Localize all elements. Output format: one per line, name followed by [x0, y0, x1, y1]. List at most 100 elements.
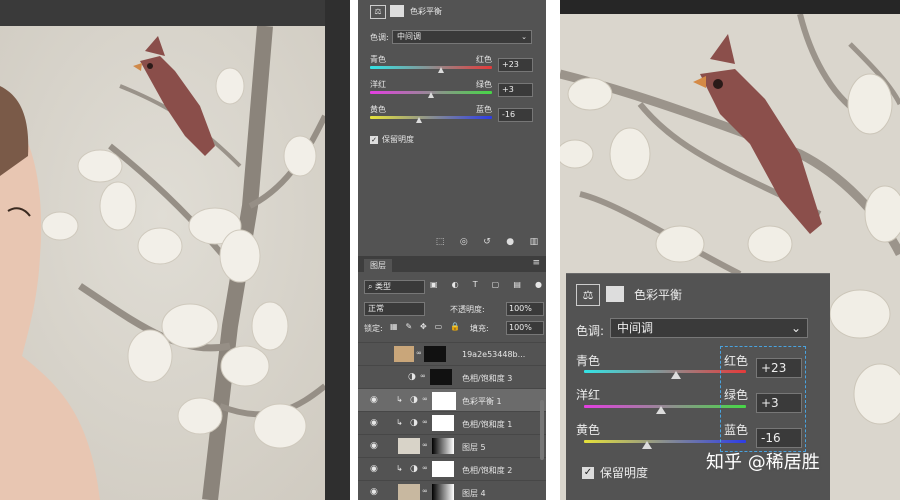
slider-track	[370, 66, 492, 69]
canvas-scrollbar[interactable]	[325, 0, 350, 500]
layers-scrollbar[interactable]	[540, 400, 544, 460]
adjustment-icon: ◑	[410, 418, 418, 428]
lock-move-icon[interactable]: ✥	[420, 322, 427, 331]
preserve-label: 保留明度	[600, 466, 649, 480]
checkbox-checked-icon[interactable]: ✓	[582, 466, 594, 479]
adjustment-icon: ◑	[410, 395, 418, 405]
layer-mask-thumbnail	[432, 438, 454, 454]
clip-icon: ↳	[396, 418, 403, 427]
filter-icons: ▣ ◐ T ▢ ▤ ●	[430, 280, 542, 292]
lock-transparent-icon[interactable]: ▦	[390, 322, 398, 331]
layer-name[interactable]: 图层 5	[462, 442, 486, 453]
slider-right-label: 蓝色	[476, 105, 492, 114]
layer-name[interactable]: 色彩平衡 1	[462, 396, 502, 407]
link-icon: ∞	[422, 418, 428, 426]
shape-filter-icon[interactable]: ▢	[492, 280, 500, 292]
opacity-field[interactable]: 100%	[506, 302, 544, 316]
layer-mask-thumbnail	[430, 369, 452, 385]
layer-name[interactable]: 19a2e53448b...	[462, 350, 525, 359]
highlight-dashed-box	[720, 346, 806, 452]
opacity-label: 不透明度:	[450, 305, 485, 314]
slider-left-label: 青色	[370, 55, 386, 64]
filter-select[interactable]: ⌕ 类型	[364, 280, 425, 294]
clip-to-layer-icon[interactable]: ⬚	[436, 237, 445, 247]
link-icon: ∞	[422, 395, 428, 403]
panel-menu-icon[interactable]: ≡	[532, 258, 540, 268]
layer-row[interactable]: ◉ ↳ ◑ ∞ 色相/饱和度 2	[358, 457, 546, 480]
layer-name[interactable]: 色相/饱和度 3	[462, 373, 512, 384]
layer-mask-thumbnail	[432, 415, 454, 431]
eye-icon[interactable]: ◉	[370, 464, 378, 474]
tone-label: 色调:	[370, 33, 389, 42]
mask-icon[interactable]	[390, 5, 404, 17]
eye-icon[interactable]: ◉	[370, 395, 378, 405]
photoshop-panels: ⚖ 色彩平衡 色调: 中间调 ⌄ 青色 红色 +23 洋红 绿色 +3 黄色 蓝…	[358, 0, 546, 500]
layer-row[interactable]: ◉ ∞ 图层 5	[358, 434, 546, 457]
slider-left-label: 洋红	[370, 80, 386, 89]
view-previous-icon[interactable]: ◎	[460, 237, 468, 247]
tone-value: 中间调	[617, 321, 654, 335]
layer-thumbnail	[398, 484, 420, 500]
smart-filter-icon[interactable]: ▤	[513, 280, 521, 292]
visibility-icon[interactable]: ●	[506, 237, 514, 247]
eye-icon[interactable]: ◉	[370, 487, 378, 497]
tone-value: 中间调	[397, 32, 421, 41]
layer-name[interactable]: 色相/饱和度 2	[462, 465, 512, 476]
type-filter-icon[interactable]: T	[473, 280, 478, 292]
lock-artboard-icon[interactable]: ▭	[435, 322, 443, 331]
scale-icon: ⚖	[370, 5, 386, 19]
slider-thumb[interactable]	[642, 441, 652, 449]
document-canvas-left	[0, 0, 350, 500]
value-field[interactable]: +23	[498, 58, 533, 72]
layer-row[interactable]: ◉ ↳ ◑ ∞ 色相/饱和度 1	[358, 411, 546, 434]
adjustment-icon: ◑	[408, 372, 416, 382]
link-icon: ∞	[420, 372, 426, 380]
fill-field[interactable]: 100%	[506, 321, 544, 335]
eye-icon[interactable]: ◉	[370, 441, 378, 451]
tab-layers[interactable]: 图层	[364, 259, 392, 272]
slider-thumb[interactable]	[416, 117, 422, 123]
preserve-luminosity[interactable]: ✓ 保留明度	[582, 464, 648, 481]
eye-icon[interactable]: ◉	[370, 418, 378, 428]
lock-icons: ▦ ✎ ✥ ▭ 🔒	[390, 322, 460, 331]
link-icon: ∞	[416, 349, 422, 357]
layer-row[interactable]: ∞ 19a2e53448b...	[358, 342, 546, 365]
tone-select[interactable]: 中间调 ⌄	[392, 30, 532, 44]
blend-mode-select[interactable]: 正常	[364, 302, 425, 316]
image-filter-icon[interactable]: ▣	[430, 280, 438, 292]
artwork-left	[0, 26, 325, 500]
slider-thumb[interactable]	[656, 406, 666, 414]
trash-icon[interactable]: ▥	[530, 237, 539, 247]
layer-name[interactable]: 色相/饱和度 1	[462, 419, 512, 430]
preserve-label: 保留明度	[382, 135, 414, 144]
reset-icon[interactable]: ↺	[483, 237, 491, 247]
preserve-luminosity[interactable]: ✓ 保留明度	[370, 134, 414, 145]
layer-name[interactable]: 图层 4	[462, 488, 486, 499]
checkbox-checked-icon[interactable]: ✓	[370, 135, 378, 144]
fill-label: 填充:	[470, 324, 489, 333]
layer-row[interactable]: ◑ ∞ 色相/饱和度 3	[358, 365, 546, 388]
filter-label: 类型	[375, 282, 392, 291]
mask-icon[interactable]	[606, 286, 624, 302]
layer-row[interactable]: ◉ ∞ 图层 4	[358, 480, 546, 501]
watermark: 知乎 @稀居胜	[706, 452, 820, 473]
chevron-down-icon: ⌄	[790, 321, 801, 335]
layers-tab-bar: 图层 ≡	[358, 256, 546, 272]
lock-all-icon[interactable]: 🔒	[450, 322, 460, 331]
slider-left-label: 黄色	[370, 105, 386, 114]
filter-toggle-icon[interactable]: ●	[535, 280, 542, 292]
adjustment-filter-icon[interactable]: ◐	[452, 280, 459, 292]
slider-right-label: 红色	[476, 55, 492, 64]
layer-row-selected[interactable]: ◉ ↳ ◑ ∞ 色彩平衡 1	[358, 388, 546, 411]
slider-thumb[interactable]	[438, 67, 444, 73]
slider-thumb[interactable]	[428, 92, 434, 98]
value-field[interactable]: +3	[498, 83, 533, 97]
scale-icon: ⚖	[576, 284, 600, 306]
tone-select[interactable]: 中间调 ⌄	[610, 318, 808, 338]
link-icon: ∞	[422, 464, 428, 472]
ruler-bar	[560, 0, 900, 14]
value-field[interactable]: -16	[498, 108, 533, 122]
slider-thumb[interactable]	[671, 371, 681, 379]
zoomed-view: ⚖ 色彩平衡 色调: 中间调 ⌄ 青色 红色 +23 洋红 绿色 +3 黄色 蓝…	[560, 0, 900, 500]
lock-brush-icon[interactable]: ✎	[405, 322, 412, 331]
